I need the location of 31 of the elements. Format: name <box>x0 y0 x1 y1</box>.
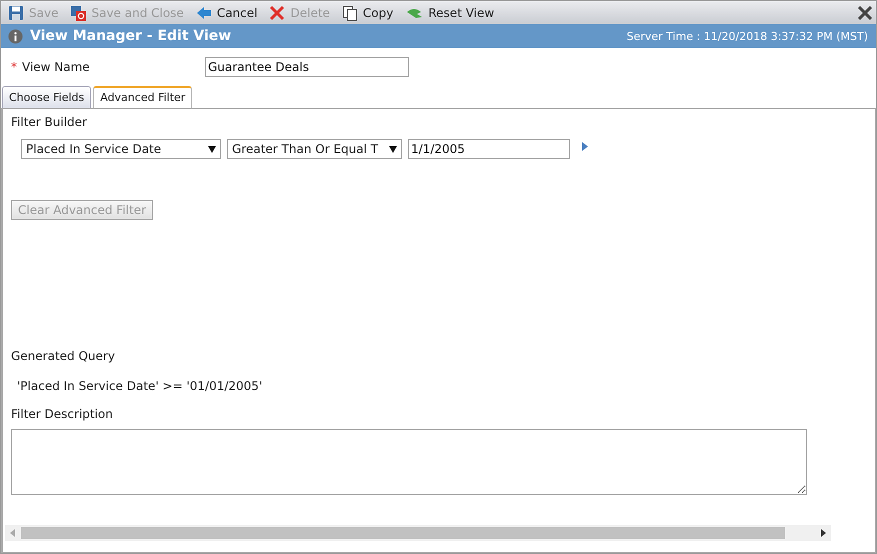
left-arrow-icon <box>196 4 212 20</box>
section-label: Generated Query <box>11 349 116 365</box>
scrollbar-thumb[interactable] <box>21 527 785 539</box>
description-field[interactable] <box>11 429 807 495</box>
caret-icon <box>389 146 397 152</box>
caret-icon <box>208 146 216 152</box>
window-title: View Manager - Edit View <box>30 28 232 44</box>
toolbar-button[interactable]: Reset View <box>402 6 498 20</box>
view-name-field[interactable]: Guarantee Deals <box>205 57 409 77</box>
tab[interactable]: Advanced Filter <box>93 86 192 108</box>
copy-icon <box>342 4 358 20</box>
section-label: Filter Description <box>11 407 114 423</box>
close-button[interactable] <box>858 6 872 20</box>
server-time: Server Time : 11/20/2018 3:37:32 PM (MST) <box>626 30 868 42</box>
field-dropdown[interactable]: Placed In Service Date <box>21 139 221 159</box>
scroll-left-icon[interactable] <box>10 529 15 537</box>
toolbar-button[interactable]: Cancel <box>192 4 260 20</box>
required-mark: * <box>11 60 17 74</box>
right-triangle-icon[interactable] <box>582 142 588 150</box>
delete-icon <box>269 4 286 20</box>
toolbar-button[interactable]: Copy <box>338 4 396 20</box>
query-text: 'Placed In Service Date' >= '01/01/2005' <box>17 379 264 393</box>
field-label: View Name <box>22 60 91 74</box>
section-label: Filter Builder <box>11 115 88 131</box>
close-icon <box>858 6 872 20</box>
operator-dropdown[interactable]: Greater Than Or Equal T <box>227 139 402 159</box>
tab[interactable]: Choose Fields <box>2 86 92 108</box>
scroll-right-icon[interactable] <box>821 529 826 537</box>
info-icon <box>8 28 23 44</box>
value-field[interactable]: 1/1/2005 <box>408 139 570 159</box>
horizontal-scrollbar[interactable] <box>5 525 831 541</box>
